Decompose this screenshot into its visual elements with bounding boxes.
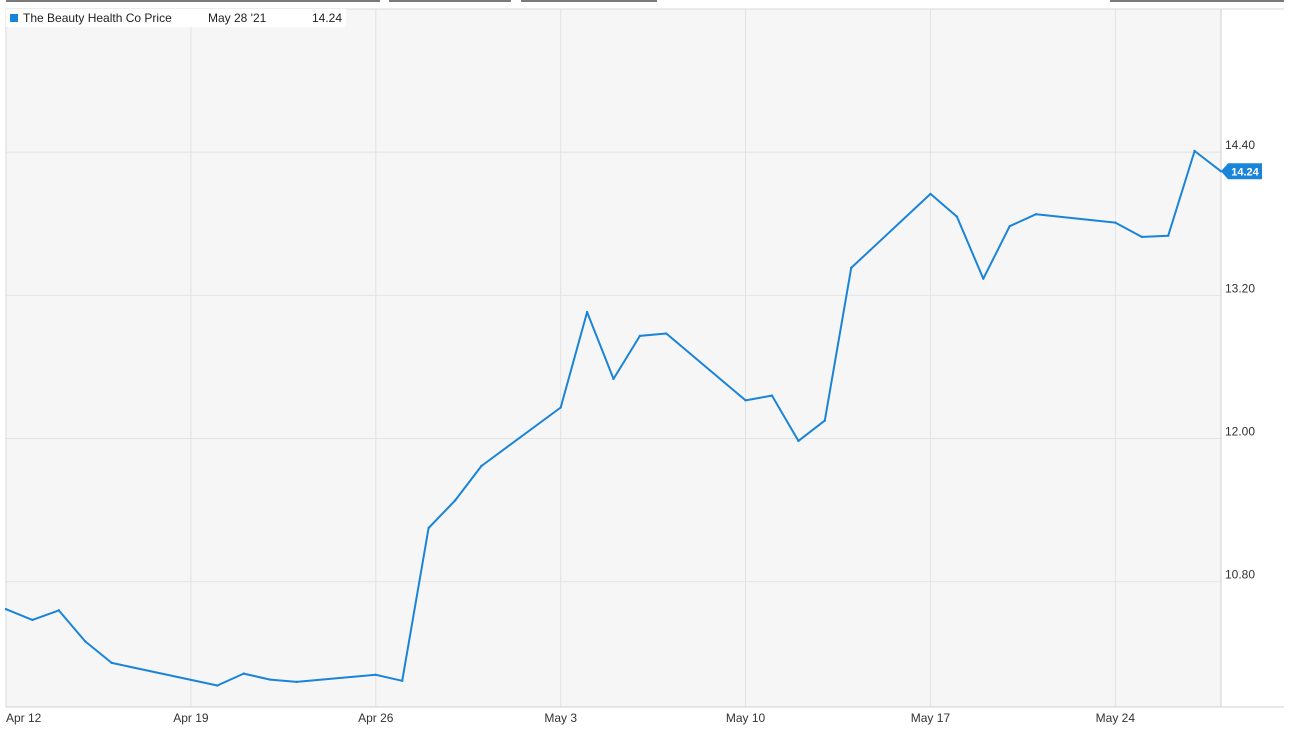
data-point (374, 673, 377, 676)
data-point (216, 684, 219, 687)
data-point (453, 499, 457, 502)
data-point (427, 526, 430, 530)
data-point (4, 607, 8, 611)
x-tick-label: May 24 (1096, 711, 1136, 725)
data-point (1114, 221, 1117, 224)
data-point (268, 678, 272, 681)
legend-swatch (10, 14, 18, 22)
y-tick-label: 12.00 (1225, 425, 1255, 439)
data-point (823, 419, 827, 422)
y-axis-labels: 10.80 12.00 13.20 14.40 (1225, 138, 1255, 582)
x-tick-label: May 17 (911, 711, 951, 725)
data-point (1034, 213, 1038, 216)
data-point (1140, 235, 1143, 239)
data-point (1166, 234, 1170, 237)
data-point (295, 680, 298, 684)
data-point (665, 332, 668, 335)
data-point (1193, 149, 1196, 153)
legend-value: 14.24 (312, 11, 343, 25)
data-point (559, 406, 562, 409)
data-point (982, 277, 985, 280)
legend-series-name: The Beauty Health Co Price (23, 11, 172, 25)
last-value-label: 14.24 (1231, 166, 1259, 178)
data-point (480, 464, 483, 468)
y-tick-label: 14.40 (1225, 138, 1255, 152)
x-tick-label: Apr 12 (6, 711, 42, 725)
data-point (400, 679, 404, 682)
last-value-badge: 14.24 (1221, 163, 1262, 180)
x-tick-label: May 10 (726, 711, 766, 725)
x-tick-label: Apr 26 (358, 711, 394, 725)
data-point (110, 661, 113, 665)
data-point (242, 672, 245, 675)
data-point (84, 640, 87, 643)
data-point (31, 618, 34, 622)
data-point (955, 215, 959, 218)
price-chart[interactable]: Apr 12 Apr 19 Apr 26 May 3 May 10 May 17 May 2… (0, 0, 1303, 740)
y-tick-label: 13.20 (1225, 281, 1255, 295)
data-point (638, 334, 642, 338)
data-point (57, 609, 61, 612)
y-tick-label: 10.80 (1225, 568, 1255, 582)
x-axis-labels: Apr 12 Apr 19 Apr 26 May 3 May 10 May 17 May 2… (6, 711, 1135, 725)
data-point (850, 266, 853, 270)
data-point (612, 377, 615, 381)
chart-legend: The Beauty Health Co Price May 28 '21 14… (6, 9, 346, 27)
data-point (744, 399, 747, 402)
plot-area (6, 9, 1221, 707)
data-point (585, 310, 589, 314)
data-point (1008, 224, 1011, 228)
x-tick-label: May 3 (544, 711, 577, 725)
data-point (797, 439, 800, 443)
data-point (770, 394, 774, 397)
x-tick-label: Apr 19 (173, 711, 209, 725)
legend-date: May 28 '21 (208, 11, 267, 25)
data-point (929, 192, 932, 196)
